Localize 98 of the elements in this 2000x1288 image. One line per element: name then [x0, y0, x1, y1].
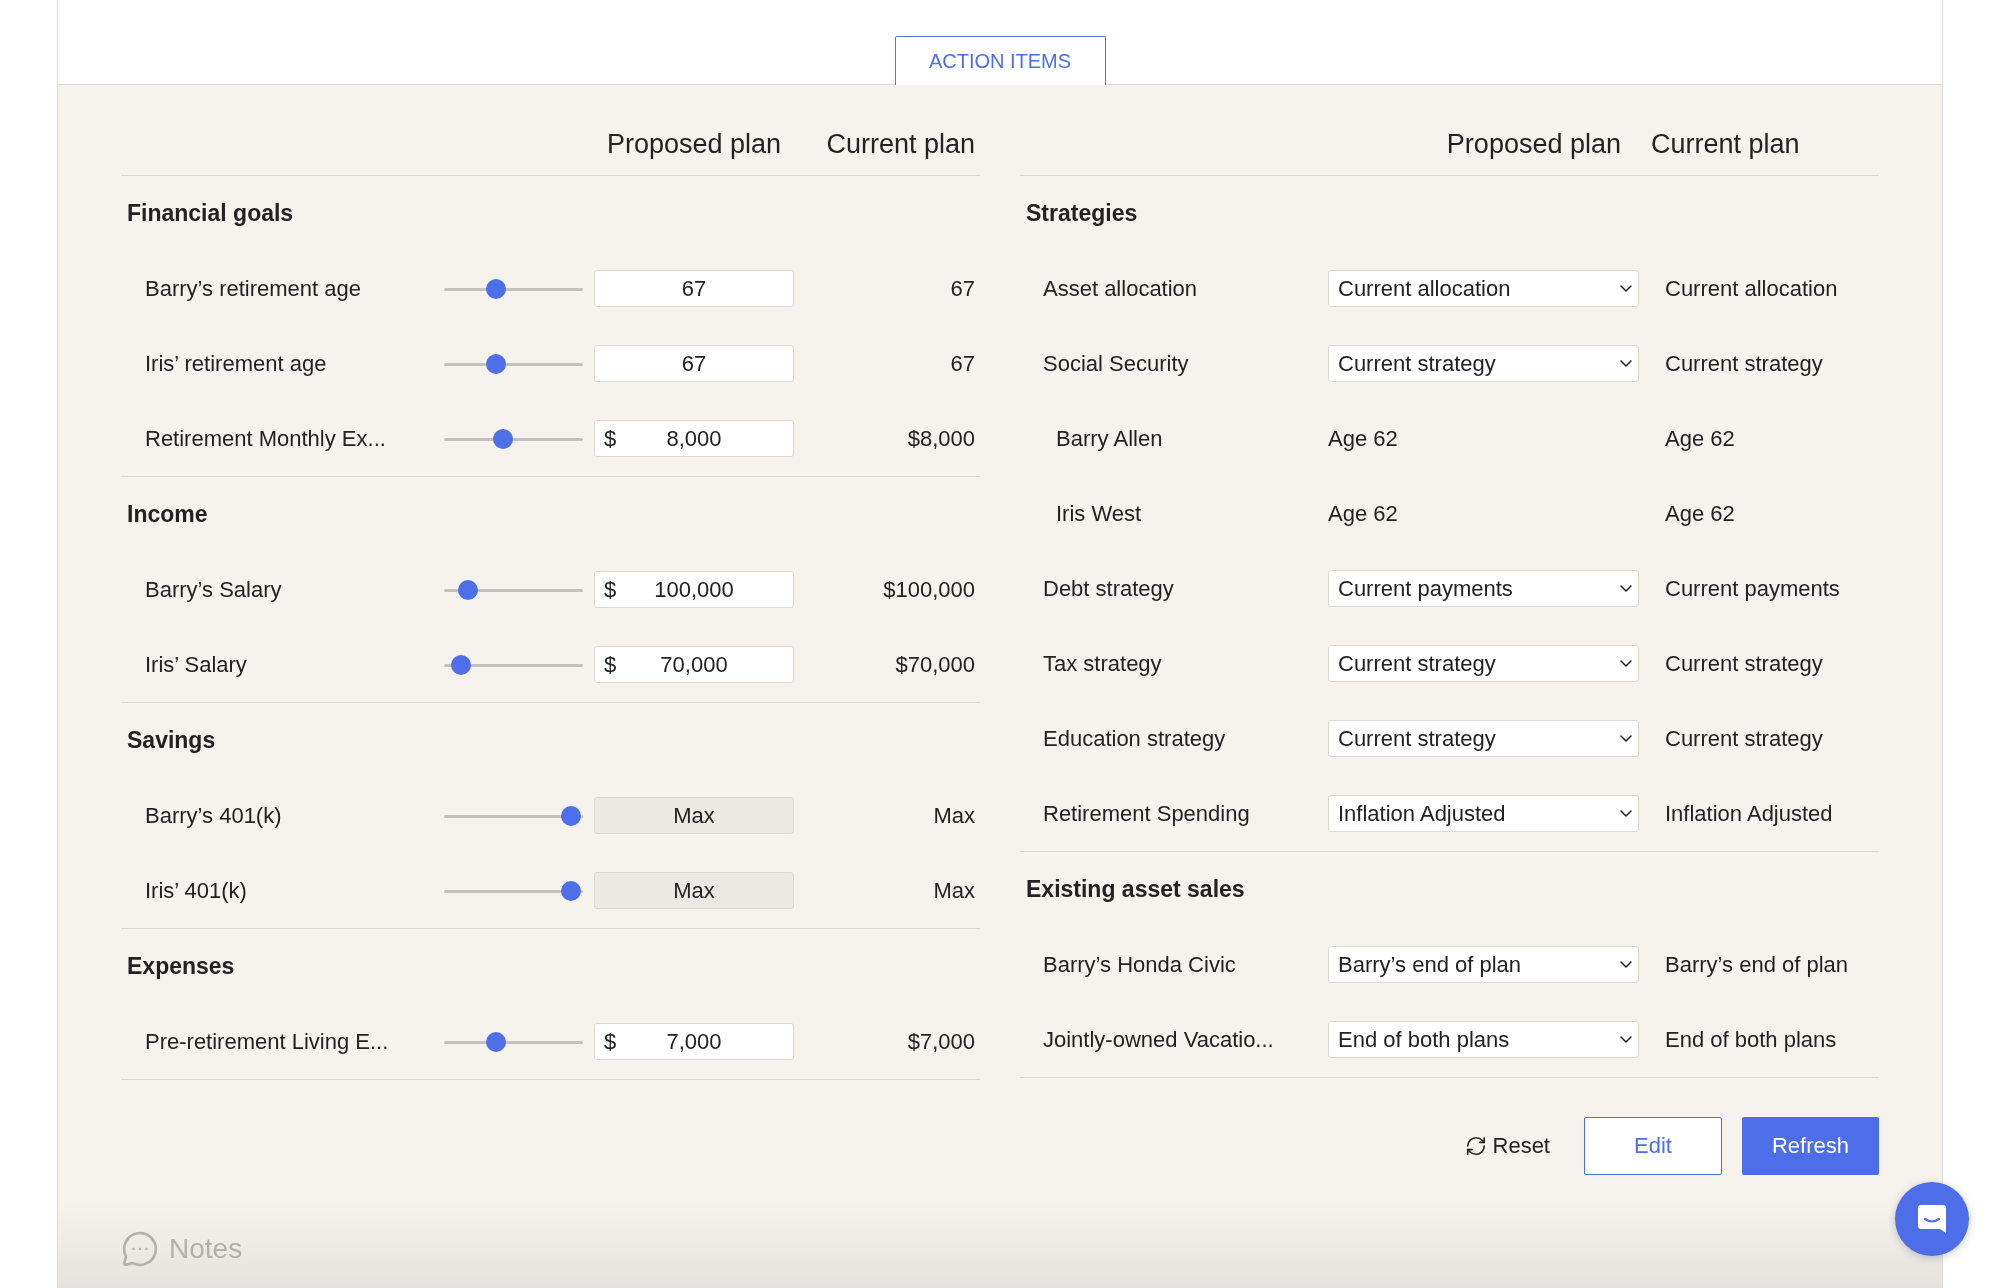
- reset-button[interactable]: Reset: [1458, 1132, 1556, 1160]
- slider[interactable]: [444, 428, 583, 449]
- current-value: Inflation Adjusted: [1665, 800, 1834, 827]
- slider-thumb[interactable]: [485, 1031, 506, 1052]
- chevron-down-icon: [1620, 735, 1632, 742]
- refresh-button[interactable]: Refresh: [1742, 1117, 1879, 1175]
- row-label: Retirement Monthly Ex...: [145, 425, 387, 452]
- dropdown[interactable]: End of both plans: [1328, 1021, 1639, 1058]
- slider[interactable]: [444, 278, 583, 299]
- row-label: Iris’ retirement age: [145, 350, 328, 377]
- current-value: Current strategy: [1665, 650, 1824, 677]
- column-header: Current plan: [1651, 128, 1801, 160]
- current-value: End of both plans: [1665, 1026, 1838, 1053]
- row-label: Barry Allen: [1056, 425, 1164, 452]
- row-label: Iris West: [1056, 500, 1143, 527]
- proposed-value: Age 62: [1328, 425, 1399, 452]
- row-label: Jointly-owned Vacatio...: [1043, 1026, 1275, 1053]
- edit-button[interactable]: Edit: [1584, 1117, 1722, 1175]
- column-header: Proposed plan: [1445, 128, 1622, 160]
- current-value: Age 62: [1665, 500, 1736, 527]
- input-field[interactable]: 67: [594, 345, 794, 382]
- current-value: Barry’s end of plan: [1665, 951, 1850, 978]
- row-label: Barry’s retirement age: [145, 275, 362, 302]
- slider[interactable]: [444, 579, 583, 600]
- currency-symbol: $: [604, 651, 617, 678]
- input-field[interactable]: $ 100,000: [594, 571, 794, 608]
- row-label: Barry’s Honda Civic: [1043, 951, 1237, 978]
- section-title: Expenses: [127, 953, 235, 980]
- chat-icon: [1915, 1202, 1949, 1236]
- action-items-tab[interactable]: ACTION ITEMS: [894, 36, 1106, 85]
- row-label: Retirement Spending: [1043, 800, 1251, 827]
- row-label: Debt strategy: [1043, 575, 1175, 602]
- column-header: Current plan: [825, 128, 975, 160]
- chat-button[interactable]: [1895, 1182, 1969, 1256]
- slider[interactable]: [444, 880, 583, 901]
- dropdown[interactable]: Current payments: [1328, 570, 1639, 607]
- slider[interactable]: [444, 1031, 583, 1052]
- row-label: Barry’s 401(k): [145, 802, 283, 829]
- current-value: $7,000: [906, 1028, 975, 1055]
- input-field[interactable]: $ 8,000: [594, 420, 794, 457]
- row-label: Iris’ 401(k): [145, 877, 248, 904]
- refresh-icon: [1464, 1135, 1487, 1157]
- dropdown[interactable]: Current strategy: [1328, 720, 1639, 757]
- section-title: Financial goals: [127, 200, 294, 227]
- row-label: Asset allocation: [1043, 275, 1199, 302]
- current-value: 67: [949, 350, 975, 377]
- row-label: Tax strategy: [1043, 650, 1163, 677]
- section-title: Income: [127, 501, 208, 528]
- current-value: Current allocation: [1665, 275, 1839, 302]
- input-field[interactable]: 67: [594, 270, 794, 307]
- slider-thumb[interactable]: [492, 428, 513, 449]
- currency-symbol: $: [604, 576, 617, 603]
- section-title: Savings: [127, 727, 216, 754]
- current-value: Current strategy: [1665, 350, 1824, 377]
- chevron-down-icon: [1620, 660, 1632, 667]
- dropdown[interactable]: Current allocation: [1328, 270, 1639, 307]
- dropdown[interactable]: Current strategy: [1328, 345, 1639, 382]
- dropdown[interactable]: Inflation Adjusted: [1328, 795, 1639, 832]
- slider[interactable]: [444, 805, 583, 826]
- current-value: Age 62: [1665, 425, 1736, 452]
- row-label: Education strategy: [1043, 725, 1227, 752]
- chevron-down-icon: [1620, 285, 1632, 292]
- slider-thumb[interactable]: [560, 880, 581, 901]
- current-value: $100,000: [882, 576, 975, 603]
- currency-symbol: $: [604, 425, 617, 452]
- current-value: $70,000: [894, 651, 975, 678]
- row-label: Pre-retirement Living E...: [145, 1028, 390, 1055]
- slider-thumb[interactable]: [485, 353, 506, 374]
- current-value: 67: [949, 275, 975, 302]
- slider-thumb[interactable]: [458, 579, 479, 600]
- chevron-down-icon: [1620, 360, 1632, 367]
- column-header: Proposed plan: [605, 128, 783, 160]
- current-value: Current payments: [1665, 575, 1841, 602]
- currency-symbol: $: [604, 1028, 617, 1055]
- slider-thumb[interactable]: [560, 805, 581, 826]
- chat-bubble-icon: [121, 1230, 159, 1268]
- current-value: Max: [932, 877, 975, 904]
- current-value: Max: [932, 802, 975, 829]
- input-field[interactable]: $ 70,000: [594, 646, 794, 683]
- slider-thumb[interactable]: [485, 278, 506, 299]
- slider[interactable]: [444, 654, 583, 675]
- proposed-value: Age 62: [1328, 500, 1399, 527]
- section-title: Existing asset sales: [1026, 876, 1245, 903]
- dropdown[interactable]: Current strategy: [1328, 645, 1639, 682]
- row-label: Iris’ Salary: [145, 651, 248, 678]
- chevron-down-icon: [1620, 1036, 1632, 1043]
- input-field[interactable]: $ 7,000: [594, 1023, 794, 1060]
- chevron-down-icon: [1620, 961, 1632, 968]
- row-label: Social Security: [1043, 350, 1190, 377]
- dropdown[interactable]: Barry’s end of plan: [1328, 946, 1639, 983]
- slider[interactable]: [444, 353, 583, 374]
- chevron-down-icon: [1620, 585, 1632, 592]
- current-value: Current strategy: [1665, 725, 1824, 752]
- chevron-down-icon: [1620, 810, 1632, 817]
- section-title: Strategies: [1026, 200, 1138, 227]
- slider-thumb[interactable]: [451, 654, 472, 675]
- current-value: $8,000: [906, 425, 975, 452]
- row-label: Barry’s Salary: [145, 576, 283, 603]
